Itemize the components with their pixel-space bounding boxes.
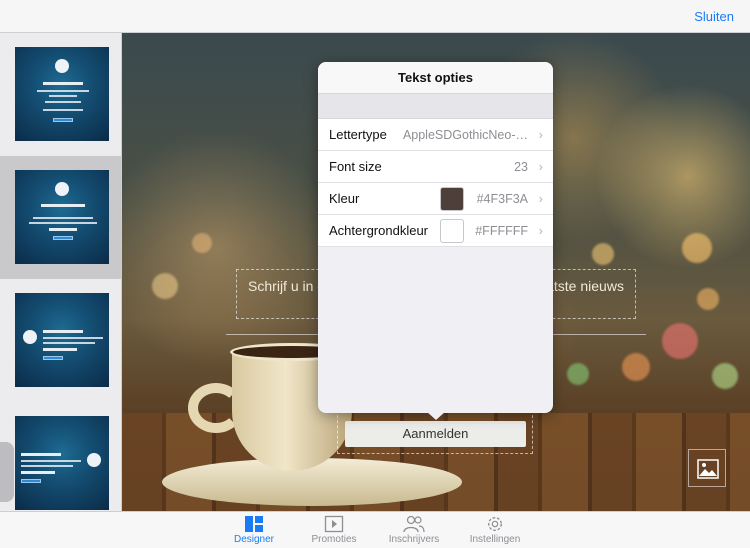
template-thumbnail-1[interactable] — [0, 33, 121, 156]
chevron-right-icon: › — [538, 223, 543, 238]
tab-bar: Designer Promoties Inschrijvers Instelli… — [0, 511, 750, 548]
play-icon — [324, 515, 344, 533]
text-options-popover: Tekst opties Lettertype AppleSDGothicNeo… — [318, 62, 553, 413]
change-image-button[interactable] — [688, 449, 726, 487]
template-thumbnail-3[interactable] — [0, 279, 121, 402]
designer-icon — [245, 516, 263, 532]
tab-designer[interactable]: Designer — [214, 515, 294, 545]
background-color-row[interactable]: Achtergrondkleur #FFFFFF › — [318, 215, 553, 247]
row-value: #4F3F3A — [476, 192, 528, 206]
top-bar: Sluiten — [0, 0, 750, 33]
font-family-row[interactable]: Lettertype AppleSDGothicNeo-… › — [318, 119, 553, 151]
chevron-right-icon: › — [538, 127, 543, 142]
template-preview — [15, 170, 109, 264]
popover-title: Tekst opties — [318, 62, 553, 94]
chevron-right-icon: › — [538, 191, 543, 206]
row-value: 23 — [514, 160, 528, 174]
row-label: Lettertype — [329, 127, 387, 142]
popover-arrow — [426, 411, 446, 420]
tab-inschrijvers[interactable]: Inschrijvers — [374, 515, 454, 545]
people-icon — [403, 515, 425, 533]
template-preview — [15, 47, 109, 141]
row-value: AppleSDGothicNeo-… — [402, 128, 528, 142]
tab-label: Inschrijvers — [388, 534, 440, 545]
tab-label: Instellingen — [469, 534, 521, 545]
color-swatch[interactable] — [440, 187, 464, 211]
template-thumbnail-2[interactable] — [0, 156, 121, 279]
template-preview — [15, 293, 109, 387]
row-value: #FFFFFF — [475, 224, 528, 238]
row-label: Kleur — [329, 191, 360, 206]
close-button[interactable]: Sluiten — [694, 9, 734, 24]
tab-instellingen[interactable]: Instellingen — [455, 515, 535, 545]
popover-section-gap — [318, 94, 553, 119]
text-color-row[interactable]: Kleur #4F3F3A › — [318, 183, 553, 215]
font-size-row[interactable]: Font size 23 › — [318, 151, 553, 183]
template-sidebar[interactable] — [0, 33, 122, 511]
template-preview — [15, 416, 109, 510]
signup-button[interactable]: Aanmelden — [345, 421, 526, 447]
gear-icon — [488, 517, 502, 531]
tab-label: Promoties — [311, 534, 357, 545]
tab-promoties[interactable]: Promoties — [294, 515, 374, 545]
tab-label: Designer — [233, 534, 275, 545]
row-label: Achtergrondkleur — [329, 223, 428, 238]
background-color-swatch[interactable] — [440, 219, 464, 243]
chevron-right-icon: › — [538, 159, 543, 174]
row-label: Font size — [329, 159, 382, 174]
photo-icon — [697, 459, 719, 479]
template-thumbnail-4[interactable] — [0, 402, 121, 511]
